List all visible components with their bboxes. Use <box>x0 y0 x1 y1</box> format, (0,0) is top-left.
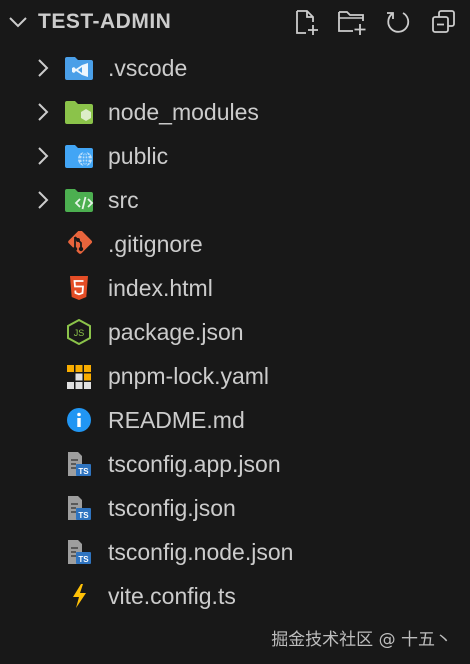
tree-item-gitignore[interactable]: .gitignore <box>0 222 470 266</box>
collapse-all-button[interactable] <box>428 6 460 38</box>
chevron-down-icon[interactable] <box>6 10 30 34</box>
node-folder-icon <box>65 101 93 124</box>
tree-item-vite-config[interactable]: vite.config.ts <box>0 574 470 618</box>
chevron-right-icon[interactable] <box>32 101 54 123</box>
tree-item-vscode[interactable]: .vscode <box>0 46 470 90</box>
explorer-actions <box>290 6 460 38</box>
new-file-icon <box>296 10 318 35</box>
tree-item-tsconfig-node[interactable]: TS tsconfig.node.json <box>0 530 470 574</box>
svg-text:TS: TS <box>78 511 89 520</box>
tree-item-label: tsconfig.json <box>108 495 236 521</box>
svg-text:JS: JS <box>74 328 85 338</box>
tree-item-readme[interactable]: README.md <box>0 398 470 442</box>
tree-item-public[interactable]: public <box>0 134 470 178</box>
tree-item-label: tsconfig.node.json <box>108 539 294 565</box>
tree-item-label: public <box>108 143 169 169</box>
tree-item-label: vite.config.ts <box>108 583 236 609</box>
tree-item-index-html[interactable]: index.html <box>0 266 470 310</box>
pnpm-icon <box>67 365 91 389</box>
src-folder-icon <box>65 189 94 212</box>
tree-item-label: node_modules <box>108 99 259 125</box>
tree-item-tsconfig-app[interactable]: TS tsconfig.app.json <box>0 442 470 486</box>
file-tree: .vscode node_modules public src .gitigno… <box>0 46 470 618</box>
chevron-right-icon[interactable] <box>32 145 54 167</box>
tree-item-label: tsconfig.app.json <box>108 451 281 477</box>
vite-icon <box>73 584 86 608</box>
refresh-button[interactable] <box>382 6 414 38</box>
tree-item-label: index.html <box>108 275 213 301</box>
watermark: 掘金技术社区 @ 十五丶 <box>271 630 452 650</box>
nodejs-icon: JS <box>67 319 91 345</box>
svg-text:TS: TS <box>78 467 89 476</box>
chevron-right-icon[interactable] <box>32 189 54 211</box>
tree-item-label: README.md <box>108 407 245 433</box>
html5-icon <box>70 276 88 300</box>
new-file-button[interactable] <box>290 6 322 38</box>
tree-item-label: package.json <box>108 319 244 345</box>
git-icon <box>68 231 93 254</box>
chevron-right-icon[interactable] <box>32 57 54 79</box>
refresh-icon <box>387 12 410 33</box>
tsconfig-icon: TS <box>68 452 91 476</box>
tree-item-label: .vscode <box>108 55 188 81</box>
explorer-header: TEST-ADMIN <box>0 0 470 44</box>
tsconfig-icon: TS <box>68 540 91 564</box>
tree-item-package-json[interactable]: JS package.json <box>0 310 470 354</box>
new-folder-button[interactable] <box>336 6 368 38</box>
tree-item-node-modules[interactable]: node_modules <box>0 90 470 134</box>
tree-item-label: pnpm-lock.yaml <box>108 363 270 389</box>
new-folder-icon <box>338 11 366 35</box>
tree-item-tsconfig[interactable]: TS tsconfig.json <box>0 486 470 530</box>
tsconfig-icon: TS <box>68 496 91 520</box>
collapse-all-icon <box>432 10 455 33</box>
info-icon <box>67 408 91 432</box>
tree-item-src[interactable]: src <box>0 178 470 222</box>
tree-item-pnpm-lock[interactable]: pnpm-lock.yaml <box>0 354 470 398</box>
tree-item-label: .gitignore <box>108 231 203 257</box>
svg-text:TS: TS <box>78 555 89 564</box>
explorer-title[interactable]: TEST-ADMIN <box>38 8 171 36</box>
public-folder-icon <box>65 145 93 168</box>
vscode-folder-icon <box>65 57 93 80</box>
tree-item-label: src <box>108 187 139 213</box>
